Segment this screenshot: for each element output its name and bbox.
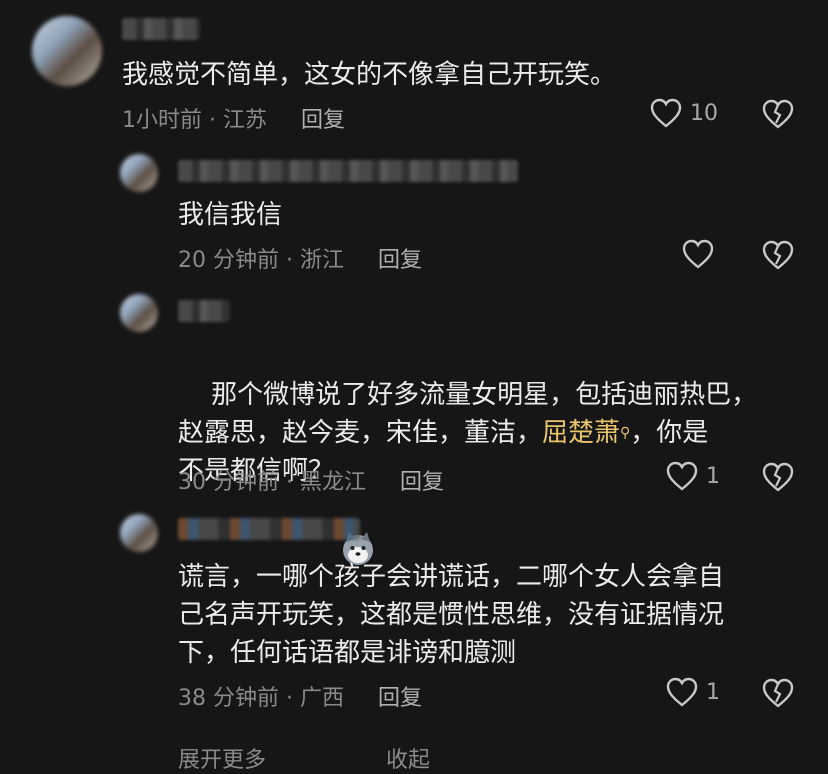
username-redacted[interactable] bbox=[178, 518, 360, 540]
time-location: 1小时前 · 江苏 bbox=[122, 108, 267, 133]
reply-button[interactable]: 回复 bbox=[378, 248, 422, 273]
time-location: 38 分钟前 · 广西 bbox=[178, 686, 344, 711]
avatar[interactable] bbox=[120, 294, 158, 332]
avatar[interactable] bbox=[120, 154, 158, 192]
comment-text: 谎言，一哪个孩子会讲谎话，二哪个女人会拿自 己名声开玩笑，这都是惯性思维，没有证… bbox=[178, 562, 725, 668]
like-control[interactable]: 1 bbox=[666, 677, 720, 707]
avatar[interactable] bbox=[120, 514, 158, 552]
time-location: 30 分钟前 · 黑龙江 bbox=[178, 470, 366, 495]
comment-meta: 20 分钟前 · 浙江 回复 bbox=[178, 242, 422, 274]
comment-text: 我感觉不简单，这女的不像拿自己开玩笑。 bbox=[122, 60, 617, 90]
time-location: 20 分钟前 · 浙江 bbox=[178, 248, 344, 273]
dislike-icon[interactable] bbox=[762, 240, 794, 270]
thread-footer: 展开更多 收起 bbox=[178, 742, 550, 774]
comment-meta: 1小时前 · 江苏 回复 bbox=[122, 102, 345, 134]
highlight-link[interactable]: 屈楚萧 bbox=[542, 418, 620, 448]
username-redacted[interactable] bbox=[178, 160, 518, 182]
dislike-icon[interactable] bbox=[762, 462, 794, 492]
comment-text: 那个微博说了好多流量女明星，包括迪丽热巴， 赵露思，赵今麦，宋佳，董洁，屈楚萧⚲… bbox=[178, 338, 808, 565]
like-control[interactable]: 10 bbox=[650, 98, 718, 128]
like-control[interactable]: 1 bbox=[666, 461, 720, 491]
dislike-icon[interactable] bbox=[762, 678, 794, 708]
comment-meta: 38 分钟前 · 广西 回复 bbox=[178, 680, 422, 712]
search-icon[interactable]: ⚲ bbox=[620, 425, 630, 441]
reply-button[interactable]: 回复 bbox=[301, 108, 345, 133]
username-redacted[interactable] bbox=[178, 300, 230, 322]
reply-button[interactable]: 回复 bbox=[400, 470, 444, 495]
comment-meta: 30 分钟前 · 黑龙江 回复 bbox=[178, 464, 444, 496]
heart-icon[interactable] bbox=[666, 677, 698, 707]
comment-text: 我信我信 bbox=[178, 200, 283, 230]
heart-icon[interactable] bbox=[682, 239, 714, 269]
heart-icon[interactable] bbox=[650, 98, 682, 128]
dislike-icon[interactable] bbox=[762, 99, 794, 129]
reply-button[interactable]: 回复 bbox=[378, 686, 422, 711]
heart-icon[interactable] bbox=[666, 461, 698, 491]
like-count: 1 bbox=[706, 679, 720, 705]
username-redacted[interactable] bbox=[122, 18, 200, 40]
avatar[interactable] bbox=[32, 16, 102, 86]
like-count: 1 bbox=[706, 463, 720, 489]
like-control[interactable] bbox=[682, 239, 722, 269]
like-count: 10 bbox=[690, 100, 718, 126]
